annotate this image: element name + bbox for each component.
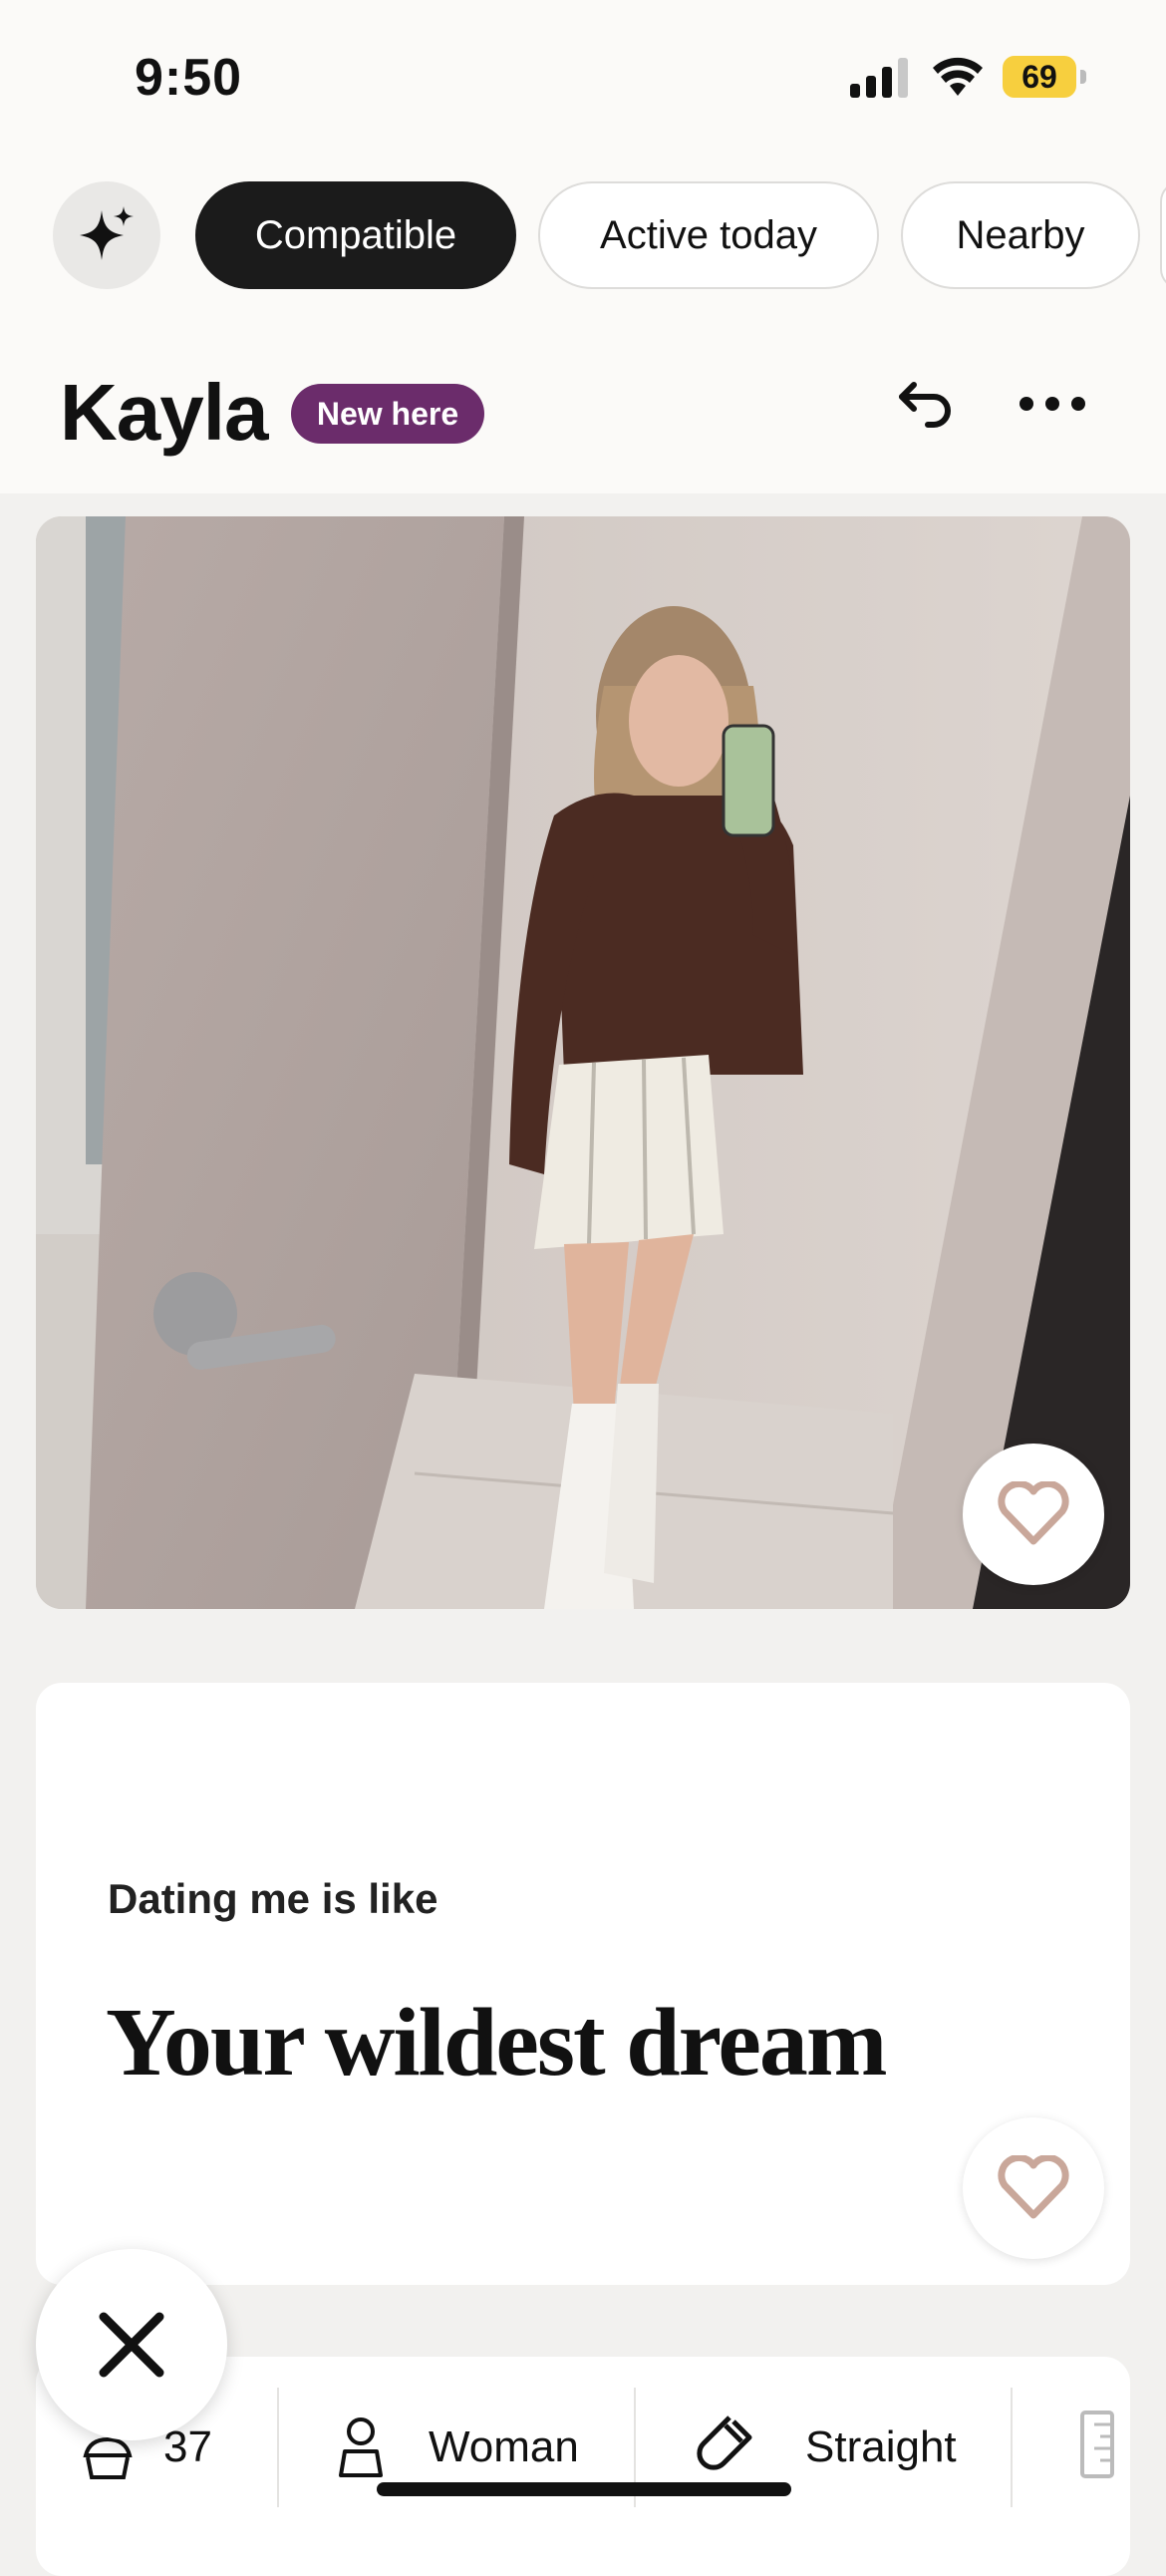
wifi-icon [933,57,983,96]
orientation-item: Straight [690,2403,957,2492]
home-indicator [377,2482,791,2496]
dot [1020,397,1033,411]
chip-active-today[interactable]: Active today [538,181,879,289]
dot [1045,397,1059,411]
status-time: 9:50 [135,49,243,107]
photo-illustration [36,516,1130,1609]
chip-overflow[interactable] [1160,181,1166,289]
chip-compatible[interactable]: Compatible [195,181,516,289]
person-icon [339,2417,383,2477]
chip-label: Nearby [956,212,1085,257]
cellular-signal-icon [850,58,908,98]
heart-icon [998,2155,1069,2219]
dot [1071,397,1085,411]
magnet-icon [697,2415,752,2470]
chip-nearby[interactable]: Nearby [901,181,1140,289]
prompt-answer: Your wildest dream [106,1989,888,2096]
battery-level: 69 [1003,56,1076,98]
prompt-question: Dating me is like [108,1875,438,1922]
close-icon [99,2312,164,2378]
sparkle-button[interactable] [53,181,160,289]
undo-icon[interactable] [892,371,960,439]
like-prompt-button[interactable] [963,2117,1104,2259]
divider [277,2388,279,2507]
profile-photo[interactable] [36,516,1130,1609]
ruler-icon [1080,2411,1114,2478]
gender-value: Woman [429,2422,579,2471]
chip-label: Compatible [254,212,457,257]
heart-icon [998,1481,1069,1545]
sparkle-icon [80,206,134,260]
divider [1011,2388,1013,2507]
chip-label: Active today [600,212,817,257]
prompt-card: Dating me is like Your wildest dream [36,1683,1130,2285]
profile-name: Kayla [60,368,268,457]
new-here-badge: New here [291,384,484,444]
more-options-button[interactable] [1020,379,1085,429]
battery-icon: 69 [1003,56,1086,98]
gender-item: Woman [337,2403,579,2492]
status-bar: 9:50 69 [0,0,1166,150]
orientation-value: Straight [805,2422,957,2471]
like-photo-button[interactable] [963,1444,1104,1585]
skip-button[interactable] [36,2249,227,2440]
